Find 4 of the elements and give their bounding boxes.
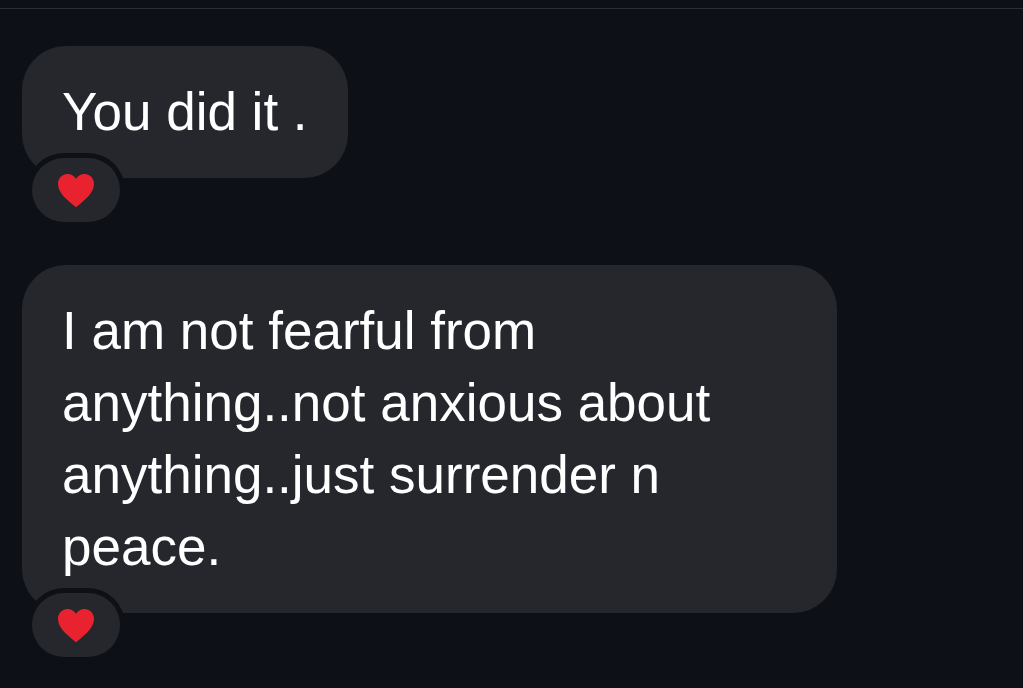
heart-icon: [56, 172, 96, 208]
heart-icon: [56, 607, 96, 643]
message-bubble: I am not fearful from anything..not anxious about anything..just surrender n peace.: [22, 265, 837, 613]
message-bubble: You did it .: [22, 46, 348, 178]
